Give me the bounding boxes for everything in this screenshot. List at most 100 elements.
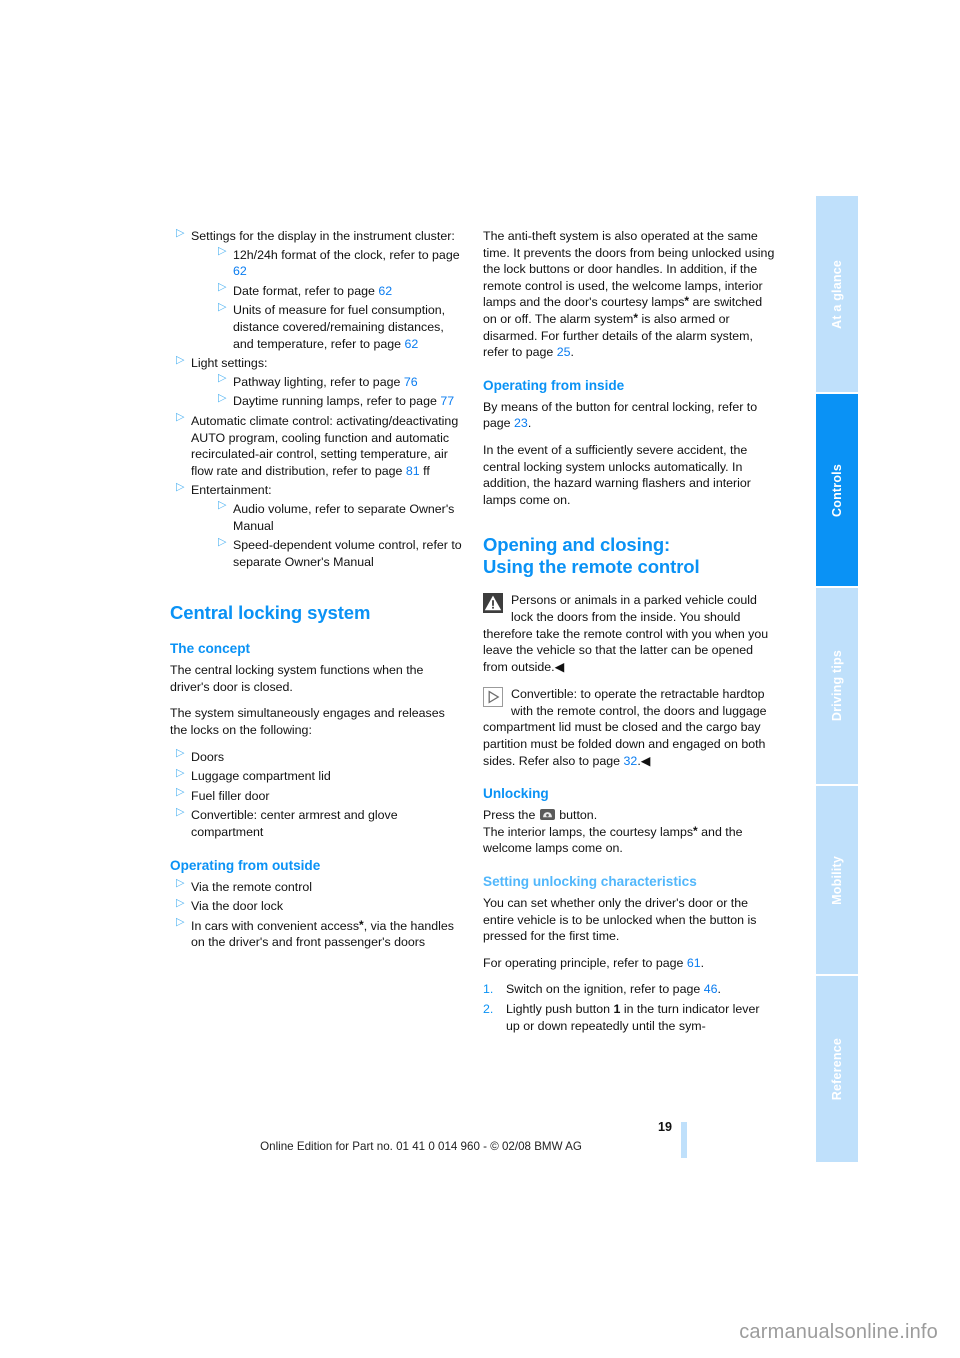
page-link[interactable]: 62 xyxy=(233,264,247,278)
bullet-triangle-icon xyxy=(170,482,184,494)
imprint-line: Online Edition for Part no. 01 41 0 014 … xyxy=(260,1140,582,1153)
press-the-label: Press the xyxy=(483,808,539,823)
bullet-triangle-icon xyxy=(170,748,184,760)
list-item-label: Light settings: xyxy=(191,356,268,371)
list-item: Audio volume, refer to separate Owner's … xyxy=(212,500,462,534)
list-item-label: Date format, refer to page xyxy=(233,283,379,298)
list-item-label: Pathway lighting, refer to page xyxy=(233,374,404,389)
sidebar-tab-label: Controls xyxy=(830,463,844,517)
heading-setting-unlocking-characteristics: Setting unlocking characteristics xyxy=(483,874,697,890)
list-item: Pathway lighting, refer to page 76 xyxy=(212,373,462,391)
bullet-triangle-icon xyxy=(212,302,226,314)
bullet-triangle-icon xyxy=(212,373,226,385)
note-triangle-icon xyxy=(483,687,503,708)
setting-2-pre: For operating principle, refer to page xyxy=(483,955,687,970)
list-item: Luggage compartment lid xyxy=(170,768,462,785)
warning-triangle-icon xyxy=(483,593,503,614)
anti-theft-text-4: . xyxy=(570,345,574,360)
paragraph-anti-theft: The anti-theft system is also operated a… xyxy=(483,228,775,361)
list-item: Units of measure for fuel consumption, d… xyxy=(212,302,462,352)
page-link[interactable]: 61 xyxy=(687,956,701,970)
list-item: 1. Switch on the ignition, refer to page … xyxy=(483,981,775,998)
sidebar-tab-reference[interactable]: Reference xyxy=(816,976,858,1162)
list-item-label-tail: ff xyxy=(419,463,430,478)
sidebar-tab-label: Reference xyxy=(830,1037,844,1101)
bullet-triangle-icon xyxy=(170,878,184,890)
list-item: Doors xyxy=(170,748,462,766)
paragraph-concept-2: The system simultaneously engages and re… xyxy=(170,706,445,738)
list-item-label: Entertainment: xyxy=(191,483,272,498)
page-link[interactable]: 77 xyxy=(440,394,454,408)
note-end-mark: ◀ xyxy=(554,659,565,674)
list-item: Light settings: Pathway lighting, refer … xyxy=(170,355,462,410)
setting-2-post: . xyxy=(700,955,705,970)
paragraph-inside-2: In the event of a sufficiently severe ac… xyxy=(483,442,751,507)
list-item-label: Via the remote control xyxy=(191,879,312,894)
list-item: Settings for the display in the instrume… xyxy=(170,228,462,352)
list-item-label: Fuel filler door xyxy=(191,788,270,803)
page-link[interactable]: 62 xyxy=(405,337,419,351)
bullet-triangle-icon xyxy=(170,787,184,799)
list-item: Automatic climate control: activating/de… xyxy=(170,412,462,479)
list-item-label: Via the door lock xyxy=(191,899,284,914)
sidebar-tab-label: Mobility xyxy=(830,855,844,905)
list-item: In cars with convenient access*, via the… xyxy=(170,917,462,951)
list-item-label: Audio volume, refer to separate Owner's … xyxy=(233,501,455,533)
sidebar-tab-mobility[interactable]: Mobility xyxy=(816,786,858,974)
bullet-triangle-icon xyxy=(170,412,184,424)
sidebar-tab-label: At a glance xyxy=(830,259,844,329)
heading-unlocking: Unlocking xyxy=(483,786,549,802)
list-item: 12h/24h format of the clock, refer to pa… xyxy=(212,246,462,280)
bullet-triangle-icon xyxy=(170,768,184,780)
page-link[interactable]: 23 xyxy=(514,416,528,430)
page-link[interactable]: 32 xyxy=(624,754,638,768)
list-item: Entertainment: Audio volume, refer to se… xyxy=(170,482,462,570)
step-text-pre: Switch on the ignition, refer to page xyxy=(506,982,704,997)
page-link[interactable]: 76 xyxy=(404,375,418,389)
list-item: Via the remote control xyxy=(170,878,462,896)
bullet-triangle-icon xyxy=(212,500,226,512)
heading-operating-from-outside: Operating from outside xyxy=(170,857,321,873)
page-number: 19 xyxy=(657,1120,672,1134)
page-link[interactable]: 46 xyxy=(704,982,718,996)
paragraph-unlocking-lamps: The interior lamps, the courtesy lamps* … xyxy=(483,824,775,857)
footer-rule xyxy=(681,1122,687,1158)
list-item: Via the door lock xyxy=(170,898,462,915)
step-text-post: . xyxy=(717,982,721,997)
page-title-opening-closing: Opening and closing: Using the remote con… xyxy=(483,534,775,578)
bullet-triangle-icon xyxy=(212,393,226,405)
inside-text-post: . xyxy=(527,416,532,431)
sidebar-tab-driving-tips[interactable]: Driving tips xyxy=(816,588,858,784)
sub-list: Audio volume, refer to separate Owner's … xyxy=(212,500,462,570)
title-line-2: Using the remote control xyxy=(483,556,700,578)
page-link[interactable]: 81 xyxy=(406,464,420,478)
operating-outside-list: Via the remote control Via the door lock… xyxy=(170,878,462,951)
list-item-label: Speed-dependent volume control, refer to… xyxy=(233,538,462,569)
bullet-triangle-icon xyxy=(170,807,184,819)
title-line-1: Opening and closing: xyxy=(483,534,671,556)
warning-note-body: Persons or animals in a parked vehicle c… xyxy=(483,593,769,674)
press-the-label-post: button. xyxy=(555,808,598,823)
list-item: Fuel filler door xyxy=(170,787,462,805)
bullet-triangle-icon xyxy=(212,246,226,258)
list-item-label: In cars with convenient access xyxy=(191,918,360,933)
tip-note: Convertible: to operate the retractable … xyxy=(483,686,775,769)
sidebar-tab-controls[interactable]: Controls xyxy=(816,392,858,588)
list-item-label: Settings for the display in the instrume… xyxy=(191,229,455,243)
page-link[interactable]: 25 xyxy=(557,345,571,359)
list-item: Speed-dependent volume control, refer to… xyxy=(212,537,462,570)
page-link[interactable]: 62 xyxy=(378,284,392,298)
bullet-triangle-icon xyxy=(170,917,184,929)
bullet-triangle-icon xyxy=(170,898,184,910)
heading-operating-from-inside: Operating from inside xyxy=(483,377,625,393)
note-end-mark: ◀ xyxy=(640,753,651,768)
sidebar-tab-at-a-glance[interactable]: At a glance xyxy=(816,196,858,392)
remote-unlock-button-icon xyxy=(539,808,555,821)
paragraph-concept-1: The central locking system functions whe… xyxy=(170,663,424,694)
list-item-label: Doors xyxy=(191,749,225,764)
list-item: Daytime running lamps, refer to page 77 xyxy=(212,393,462,410)
list-item-label: 12h/24h format of the clock, refer to pa… xyxy=(233,247,460,262)
central-locking-items-list: Doors Luggage compartment lid Fuel fille… xyxy=(170,748,462,841)
bullet-triangle-icon xyxy=(212,537,226,549)
list-item: Convertible: center armrest and glove co… xyxy=(170,807,462,840)
